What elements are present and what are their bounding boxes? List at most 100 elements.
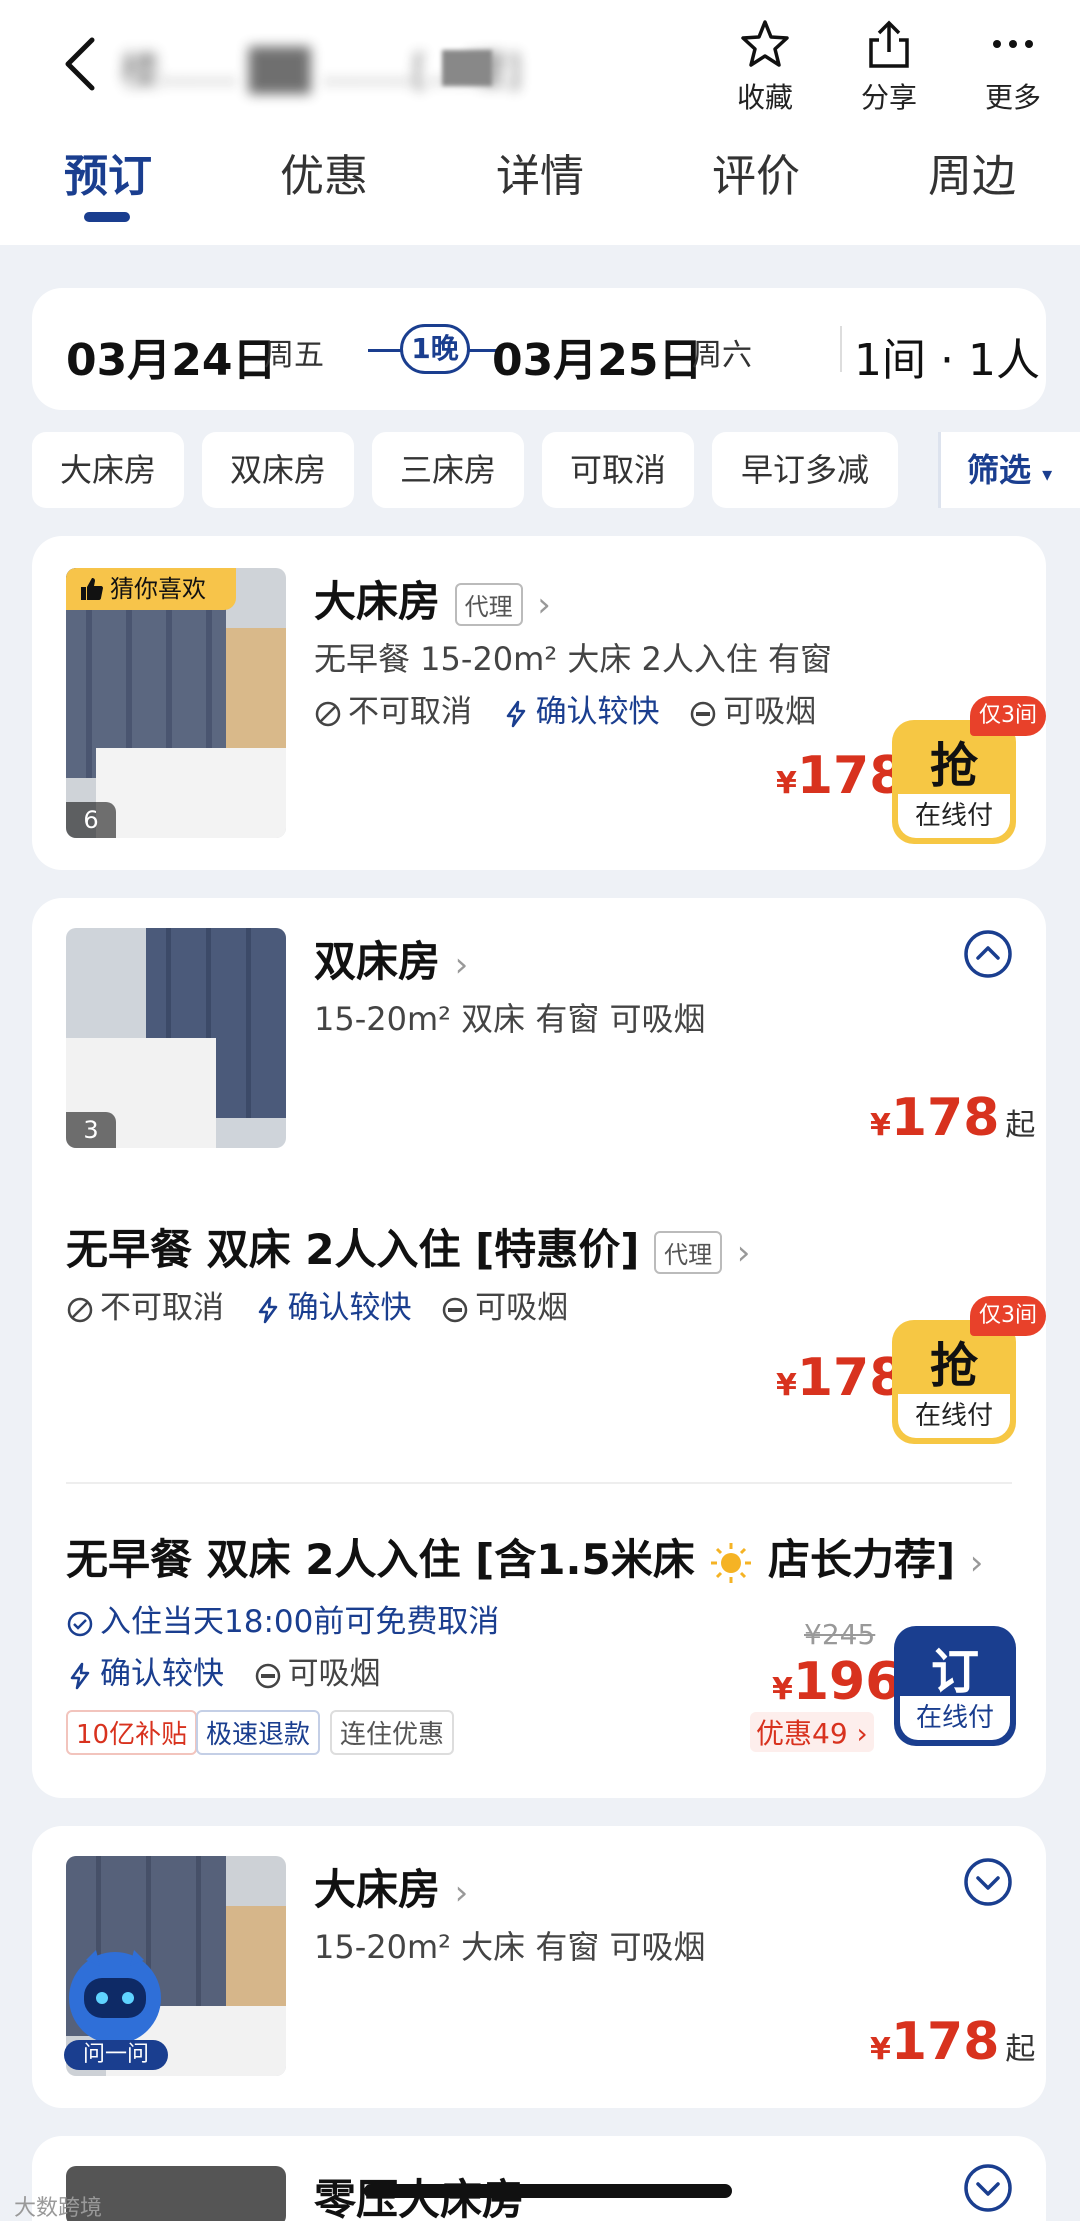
price-currency: ¥ bbox=[776, 766, 797, 801]
expand-button[interactable] bbox=[962, 2162, 1014, 2214]
fast-confirm-label: 确认较快 bbox=[100, 1656, 224, 1692]
price-value: 178 bbox=[890, 1088, 1000, 1148]
home-indicator bbox=[364, 2184, 732, 2198]
checkout-date: 03月25日 bbox=[492, 335, 703, 386]
title-redaction bbox=[442, 50, 492, 86]
robot-assistant-icon bbox=[69, 1950, 161, 2044]
favorite-button[interactable]: 收藏 bbox=[710, 18, 820, 116]
room-name[interactable]: 大床房 › bbox=[314, 1856, 468, 1917]
room-card-zero-pressure[interactable]: 零压大床房 bbox=[32, 2136, 1046, 2221]
rate-plan-name-prefix: 无早餐 双床 2人入住 [含1.5米床 bbox=[66, 1535, 695, 1584]
filter-triple-bed[interactable]: 三床房 bbox=[372, 432, 524, 508]
tab-reviews[interactable]: 评价 bbox=[712, 140, 800, 204]
nights-count: 1晚 bbox=[400, 324, 470, 374]
stay-dates-card[interactable]: 03月24日 周五 1晚 03月25日 周六 1间 · 1人 bbox=[32, 288, 1046, 410]
lightning-icon bbox=[70, 1662, 90, 1689]
share-label: 分享 bbox=[860, 81, 917, 114]
expand-button[interactable] bbox=[962, 1856, 1014, 1908]
check-circle-icon bbox=[67, 1611, 93, 1636]
book-button[interactable]: 订 在线付 bbox=[894, 1626, 1016, 1746]
filter-button[interactable]: 筛选 ▾ bbox=[938, 432, 1080, 508]
rate-plan-tags: 不可取消 确认较快 可吸烟 bbox=[66, 1282, 568, 1327]
filter-early-booking[interactable]: 早订多减 bbox=[712, 432, 898, 508]
chevron-down-circle-icon bbox=[964, 1858, 1012, 1906]
assistant-label: 问一问 bbox=[64, 2040, 168, 2070]
room-photo[interactable]: 3 bbox=[66, 928, 286, 1148]
chevron-right-icon: › bbox=[454, 1872, 469, 1913]
lightning-icon bbox=[506, 700, 525, 727]
divider bbox=[840, 326, 842, 372]
multi-night-tag: 连住优惠 bbox=[330, 1710, 455, 1755]
only-left-badge: 仅3间 bbox=[970, 1296, 1046, 1336]
fast-confirm-label: 确认较快 bbox=[287, 1290, 412, 1326]
fast-confirm-label: 确认较快 bbox=[535, 694, 660, 730]
more-button[interactable]: 更多 bbox=[958, 18, 1068, 116]
rate-plan-tags: 确认较快 可吸烟 bbox=[66, 1648, 381, 1693]
price-suffix: 起 bbox=[1005, 2032, 1036, 2067]
hotel-title: 楼...... ██ .......[...理] bbox=[120, 30, 720, 100]
rate-plan-price: ¥196 bbox=[772, 1652, 901, 1712]
ai-assistant-button[interactable]: 问一问 bbox=[56, 1946, 174, 2070]
tab-book[interactable]: 预订 bbox=[64, 140, 152, 204]
discount-badge[interactable]: 优惠49 › bbox=[750, 1712, 874, 1752]
tab-offers[interactable]: 优惠 bbox=[280, 140, 368, 204]
smoking-icon bbox=[442, 1297, 468, 1322]
room-price-from: ¥178 起 bbox=[870, 2012, 1035, 2072]
price-currency: ¥ bbox=[772, 1672, 793, 1707]
agent-tag: 代理 bbox=[454, 583, 523, 626]
filter-cancellable[interactable]: 可取消 bbox=[542, 432, 694, 508]
room-card-king-2[interactable]: 大床房 › 15-20m² 大床 有窗 可吸烟 ¥178 起 bbox=[32, 1826, 1046, 2108]
price-value: 178 bbox=[890, 2012, 1000, 2072]
smoking-icon bbox=[690, 701, 716, 726]
room-meta: 15-20m² 大床 有窗 可吸烟 bbox=[314, 1928, 706, 1966]
caret-down-icon: ▾ bbox=[1042, 462, 1053, 486]
collapse-button[interactable] bbox=[962, 928, 1014, 980]
top-bar: 楼...... ██ .......[...理] 收藏 分享 更多 预订 优惠 … bbox=[0, 0, 1080, 245]
tab-details[interactable]: 详情 bbox=[496, 140, 584, 204]
room-name-text: 大床房 bbox=[314, 1865, 441, 1914]
rate-plan-name[interactable]: 无早餐 双床 2人入住 [特惠价] 代理 › bbox=[66, 1216, 750, 1277]
guests-rooms[interactable]: 1间 · 1人 bbox=[854, 324, 1040, 388]
checkin-date: 03月24日 bbox=[66, 335, 277, 386]
filter-twin-bed[interactable]: 双床房 bbox=[202, 432, 354, 508]
room-card-king[interactable]: 猜你喜欢 6 大床房 代理 › 无早餐 15-20m² 大床 2人入住 有窗 不… bbox=[32, 536, 1046, 870]
tab-nearby[interactable]: 周边 bbox=[928, 140, 1016, 204]
active-tab-indicator bbox=[84, 212, 130, 222]
room-name-text: 双床房 bbox=[314, 937, 441, 986]
badge-label: 猜你喜欢 bbox=[110, 575, 206, 603]
share-button[interactable]: 分享 bbox=[834, 18, 944, 116]
room-meta: 15-20m² 双床 有窗 可吸烟 bbox=[314, 1000, 706, 1038]
smoking-label: 可吸烟 bbox=[723, 694, 817, 730]
star-icon bbox=[741, 20, 789, 67]
filter-king-bed[interactable]: 大床房 bbox=[32, 432, 184, 508]
rate-plan-name[interactable]: 无早餐 双床 2人入住 [含1.5米床 店长力荐] › bbox=[66, 1526, 983, 1587]
back-icon[interactable] bbox=[58, 34, 102, 94]
grab-button[interactable]: 抢 在线付 bbox=[892, 720, 1016, 844]
favorite-label: 收藏 bbox=[736, 81, 793, 114]
nights-indicator: 1晚 bbox=[368, 322, 500, 378]
grab-label: 抢 bbox=[929, 738, 978, 794]
plan-divider bbox=[66, 1482, 1012, 1484]
sun-icon bbox=[711, 1542, 752, 1583]
pay-online-label: 在线付 bbox=[898, 794, 1010, 838]
room-tags: 不可取消 确认较快 可吸烟 bbox=[314, 686, 816, 731]
price-value: 196 bbox=[792, 1652, 902, 1712]
chevron-right-icon: › bbox=[454, 944, 469, 985]
original-price: ¥245 bbox=[804, 1618, 876, 1651]
chevron-down-circle-icon bbox=[964, 2164, 1012, 2212]
free-cancel-notice: 入住当天18:00前可免费取消 bbox=[66, 1596, 499, 1641]
price-currency: ¥ bbox=[870, 1108, 891, 1143]
room-photo[interactable]: 猜你喜欢 6 bbox=[66, 568, 286, 838]
rate-plan-name-text: 无早餐 双床 2人入住 [特惠价] bbox=[66, 1225, 640, 1274]
price-value: 178 bbox=[796, 1348, 906, 1408]
room-price: ¥178 bbox=[776, 746, 905, 806]
room-name[interactable]: 双床房 › bbox=[314, 928, 468, 989]
no-cancel-icon bbox=[67, 1297, 93, 1322]
price-currency: ¥ bbox=[870, 2032, 891, 2067]
pay-online-label: 在线付 bbox=[900, 1696, 1010, 1740]
nights-line-left bbox=[368, 349, 402, 352]
grab-button[interactable]: 抢 在线付 bbox=[892, 1320, 1016, 1444]
guess-you-like-badge: 猜你喜欢 bbox=[66, 568, 236, 610]
smoking-icon bbox=[255, 1663, 280, 1688]
tab-bar: 预订 优惠 详情 评价 周边 bbox=[0, 140, 1080, 230]
